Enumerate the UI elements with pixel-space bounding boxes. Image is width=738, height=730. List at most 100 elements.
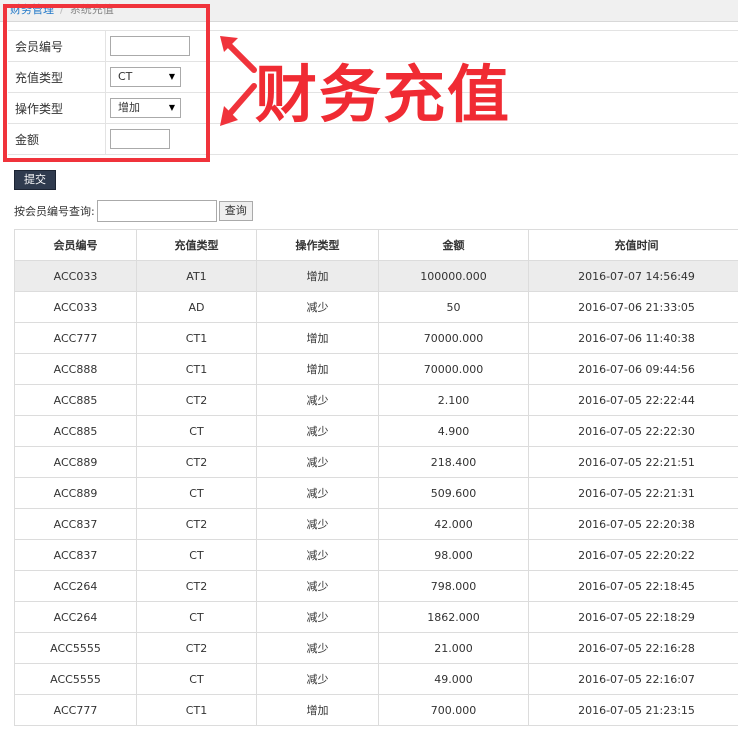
- cell-amount: 70000.000: [378, 353, 529, 385]
- cell-member-id: ACC033: [14, 260, 137, 292]
- cell-amount: 50: [378, 291, 529, 323]
- annotation-arrow-up-icon: [220, 36, 257, 73]
- cell-member-id: ACC5555: [14, 663, 137, 695]
- table-row: ACC777 CT1 增加 700.000 2016-07-05 21:23:15: [14, 694, 738, 726]
- cell-operation-type: 减少: [256, 663, 379, 695]
- table-row: ACC5555 CT2 减少 21.000 2016-07-05 22:16:28: [14, 632, 738, 664]
- cell-amount: 798.000: [378, 570, 529, 602]
- cell-amount: 4.900: [378, 415, 529, 447]
- cell-operation-type: 增加: [256, 353, 379, 385]
- cell-recharge-type: CT: [136, 539, 257, 571]
- cell-member-id: ACC264: [14, 601, 137, 633]
- table-row: ACC264 CT2 减少 798.000 2016-07-05 22:18:45: [14, 570, 738, 602]
- cell-member-id: ACC837: [14, 508, 137, 540]
- search-bar: 按会员编号查询: 查询: [14, 200, 253, 222]
- table-row: ACC888 CT1 增加 70000.000 2016-07-06 09:44:56: [14, 353, 738, 385]
- annotation-title: 财务充值: [255, 58, 512, 131]
- cell-operation-type: 减少: [256, 477, 379, 509]
- cell-recharge-time: 2016-07-06 09:44:56: [528, 353, 738, 385]
- table-row: ACC5555 CT 减少 49.000 2016-07-05 22:16:07: [14, 663, 738, 695]
- column-header-recharge-time: 充值时间: [528, 229, 738, 261]
- cell-operation-type: 减少: [256, 508, 379, 540]
- cell-recharge-time: 2016-07-05 22:22:30: [528, 415, 738, 447]
- cell-amount: 509.600: [378, 477, 529, 509]
- cell-member-id: ACC885: [14, 415, 137, 447]
- cell-recharge-type: AT1: [136, 260, 257, 292]
- table-row: ACC889 CT 减少 509.600 2016-07-05 22:21:31: [14, 477, 738, 509]
- search-input[interactable]: [96, 200, 217, 222]
- search-button[interactable]: 查询: [218, 201, 253, 221]
- cell-operation-type: 增加: [256, 260, 379, 292]
- cell-operation-type: 减少: [256, 291, 379, 323]
- cell-operation-type: 减少: [256, 446, 379, 478]
- cell-recharge-type: CT: [136, 415, 257, 447]
- cell-operation-type: 增加: [256, 322, 379, 354]
- cell-amount: 70000.000: [378, 322, 529, 354]
- table-row: ACC837 CT 减少 98.000 2016-07-05 22:20:22: [14, 539, 738, 571]
- search-label: 按会员编号查询:: [14, 205, 95, 218]
- cell-amount: 700.000: [378, 694, 529, 726]
- cell-amount: 21.000: [378, 632, 529, 664]
- table-row: ACC777 CT1 增加 70000.000 2016-07-06 11:40:38: [14, 322, 738, 354]
- cell-member-id: ACC837: [14, 539, 137, 571]
- table-row: ACC033 AT1 增加 100000.000 2016-07-07 14:56:49: [14, 260, 738, 292]
- table-row: ACC885 CT2 减少 2.100 2016-07-05 22:22:44: [14, 384, 738, 416]
- recharge-records-table: 会员编号 充值类型 操作类型 金额 充值时间 ACC033 AT1 增加 100000…: [14, 229, 738, 726]
- cell-operation-type: 减少: [256, 601, 379, 633]
- cell-recharge-type: CT2: [136, 384, 257, 416]
- column-header-member-id: 会员编号: [14, 229, 137, 261]
- cell-recharge-type: CT1: [136, 322, 257, 354]
- submit-button[interactable]: 提交: [14, 170, 56, 190]
- cell-operation-type: 减少: [256, 570, 379, 602]
- column-header-operation-type: 操作类型: [256, 229, 379, 261]
- cell-operation-type: 减少: [256, 384, 379, 416]
- cell-recharge-type: CT: [136, 663, 257, 695]
- annotation-highlight-box: [3, 4, 210, 162]
- cell-recharge-time: 2016-07-05 22:22:44: [528, 384, 738, 416]
- cell-operation-type: 减少: [256, 539, 379, 571]
- cell-recharge-type: AD: [136, 291, 257, 323]
- table-row: ACC837 CT2 减少 42.000 2016-07-05 22:20:38: [14, 508, 738, 540]
- cell-amount: 42.000: [378, 508, 529, 540]
- table-row: ACC885 CT 减少 4.900 2016-07-05 22:22:30: [14, 415, 738, 447]
- cell-amount: 49.000: [378, 663, 529, 695]
- cell-recharge-time: 2016-07-05 22:16:07: [528, 663, 738, 695]
- annotation-arrow-down-icon: [220, 83, 257, 126]
- table-row: ACC033 AD 减少 50 2016-07-06 21:33:05: [14, 291, 738, 323]
- cell-member-id: ACC264: [14, 570, 137, 602]
- cell-member-id: ACC888: [14, 353, 137, 385]
- cell-recharge-time: 2016-07-05 22:16:28: [528, 632, 738, 664]
- cell-recharge-type: CT: [136, 477, 257, 509]
- column-header-recharge-type: 充值类型: [136, 229, 257, 261]
- cell-recharge-time: 2016-07-05 22:21:31: [528, 477, 738, 509]
- cell-operation-type: 减少: [256, 632, 379, 664]
- cell-recharge-time: 2016-07-05 21:23:15: [528, 694, 738, 726]
- cell-amount: 218.400: [378, 446, 529, 478]
- table-header-row: 会员编号 充值类型 操作类型 金额 充值时间: [14, 229, 738, 261]
- cell-member-id: ACC889: [14, 446, 137, 478]
- table-row: ACC264 CT 减少 1862.000 2016-07-05 22:18:29: [14, 601, 738, 633]
- cell-amount: 100000.000: [378, 260, 529, 292]
- cell-recharge-time: 2016-07-06 11:40:38: [528, 322, 738, 354]
- cell-operation-type: 增加: [256, 694, 379, 726]
- cell-recharge-time: 2016-07-05 22:21:51: [528, 446, 738, 478]
- table-row: ACC889 CT2 减少 218.400 2016-07-05 22:21:51: [14, 446, 738, 478]
- cell-amount: 98.000: [378, 539, 529, 571]
- cell-recharge-time: 2016-07-05 22:18:29: [528, 601, 738, 633]
- cell-member-id: ACC889: [14, 477, 137, 509]
- cell-member-id: ACC777: [14, 694, 137, 726]
- cell-recharge-time: 2016-07-05 22:18:45: [528, 570, 738, 602]
- cell-amount: 2.100: [378, 384, 529, 416]
- cell-member-id: ACC777: [14, 322, 137, 354]
- cell-recharge-type: CT1: [136, 694, 257, 726]
- column-header-amount: 金额: [378, 229, 529, 261]
- cell-recharge-type: CT1: [136, 353, 257, 385]
- cell-member-id: ACC033: [14, 291, 137, 323]
- cell-member-id: ACC5555: [14, 632, 137, 664]
- cell-recharge-type: CT2: [136, 632, 257, 664]
- cell-recharge-time: 2016-07-05 22:20:22: [528, 539, 738, 571]
- cell-recharge-time: 2016-07-07 14:56:49: [528, 260, 738, 292]
- cell-member-id: ACC885: [14, 384, 137, 416]
- cell-recharge-type: CT2: [136, 570, 257, 602]
- cell-operation-type: 减少: [256, 415, 379, 447]
